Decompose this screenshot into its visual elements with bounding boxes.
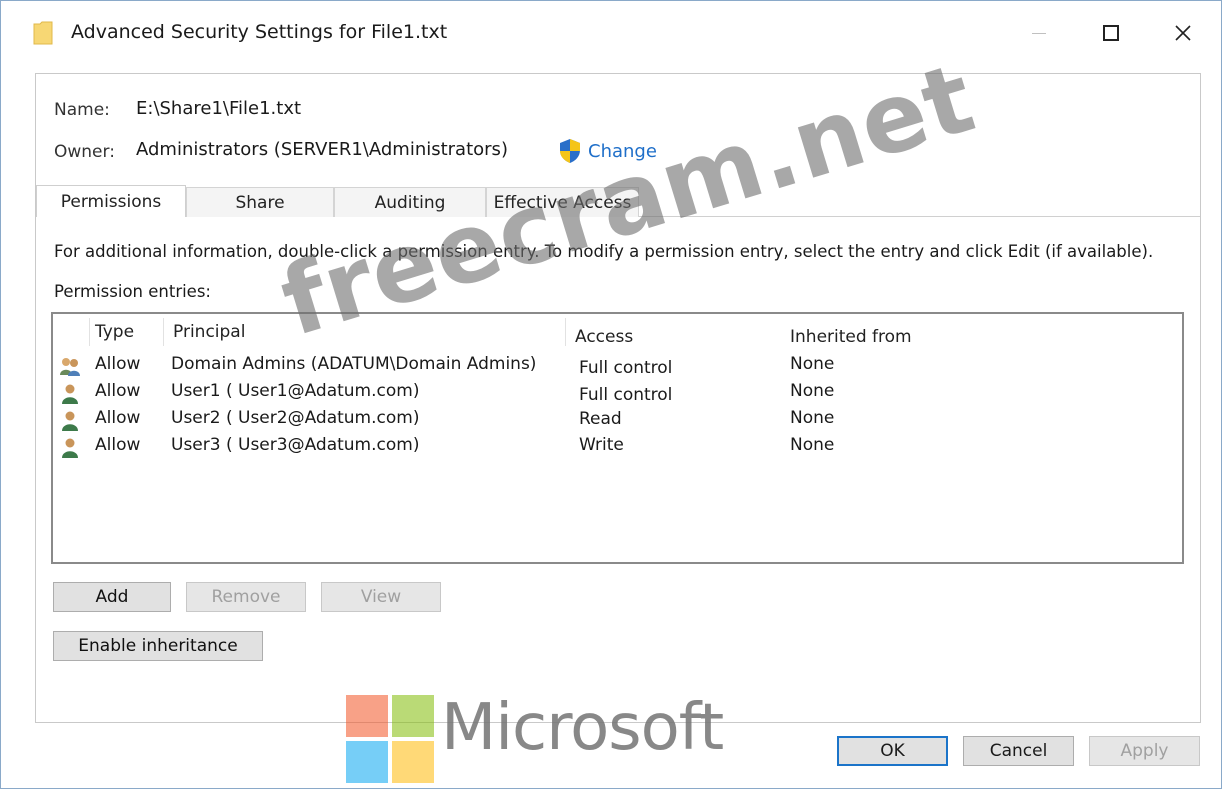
- permission-entries-label: Permission entries:: [54, 282, 211, 301]
- logo-tile-blue: [346, 741, 388, 783]
- column-header-principal[interactable]: Principal: [173, 322, 245, 342]
- table-row[interactable]: Allow User1 ( User1@Adatum.com) Full con…: [53, 381, 1182, 407]
- tab-auditing[interactable]: Auditing: [334, 187, 486, 217]
- logo-tile-yellow: [392, 741, 434, 783]
- entry-type: Allow: [95, 408, 141, 428]
- column-separator: [163, 318, 164, 346]
- change-label: Change: [588, 140, 657, 162]
- owner-value: Administrators (SERVER1\Administrators): [136, 139, 508, 160]
- entry-principal: User2 ( User2@Adatum.com): [171, 408, 420, 428]
- tab-effective-access[interactable]: Effective Access: [486, 187, 639, 217]
- title-bar: Advanced Security Settings for File1.txt: [1, 1, 1221, 63]
- entry-type: Allow: [95, 354, 141, 374]
- permission-entries-list[interactable]: Type Principal Access Inherited from All…: [51, 312, 1184, 564]
- entry-access: Write: [579, 435, 624, 455]
- entry-access: Read: [579, 409, 622, 429]
- settings-panel: Name: E:\Share1\File1.txt Owner: Adminis…: [35, 73, 1201, 723]
- ok-button[interactable]: OK: [837, 736, 948, 766]
- tab-permissions[interactable]: Permissions: [36, 185, 186, 217]
- view-button[interactable]: View: [321, 582, 441, 612]
- entry-principal: Domain Admins (ADATUM\Domain Admins): [171, 354, 537, 374]
- window-title: Advanced Security Settings for File1.txt: [71, 21, 448, 43]
- entry-principal: User3 ( User3@Adatum.com): [171, 435, 420, 455]
- entry-inherited-from: None: [790, 354, 835, 374]
- entry-principal: User1 ( User1@Adatum.com): [171, 381, 420, 401]
- uac-shield-icon: [560, 139, 580, 163]
- minimize-button[interactable]: [1017, 15, 1061, 51]
- maximize-button[interactable]: [1089, 15, 1133, 51]
- user-icon: [62, 411, 78, 431]
- advanced-security-settings-dialog: Advanced Security Settings for File1.txt…: [0, 0, 1222, 789]
- maximize-icon: [1103, 25, 1119, 41]
- remove-button[interactable]: Remove: [186, 582, 306, 612]
- folder-icon: [33, 21, 53, 45]
- entry-access: Full control: [579, 385, 673, 405]
- change-owner-link[interactable]: Change: [558, 138, 657, 164]
- column-header-inherited-from[interactable]: Inherited from: [790, 327, 912, 347]
- add-button[interactable]: Add: [53, 582, 171, 612]
- table-row[interactable]: Allow Domain Admins (ADATUM\Domain Admin…: [53, 354, 1182, 380]
- entry-inherited-from: None: [790, 381, 835, 401]
- group-icon: [60, 358, 80, 376]
- minimize-icon: [1032, 32, 1046, 34]
- column-header-access[interactable]: Access: [575, 327, 633, 347]
- name-label: Name:: [54, 100, 110, 120]
- enable-inheritance-button[interactable]: Enable inheritance: [53, 631, 263, 661]
- owner-label: Owner:: [54, 142, 115, 162]
- cancel-button[interactable]: Cancel: [963, 736, 1074, 766]
- column-separator: [565, 318, 566, 346]
- tab-share[interactable]: Share: [186, 187, 334, 217]
- close-icon: [1175, 25, 1191, 41]
- name-value: E:\Share1\File1.txt: [136, 98, 302, 119]
- entry-type: Allow: [95, 381, 141, 401]
- user-icon: [62, 438, 78, 458]
- entry-access: Full control: [579, 358, 673, 378]
- entry-inherited-from: None: [790, 435, 835, 455]
- entry-type: Allow: [95, 435, 141, 455]
- table-row[interactable]: Allow User2 ( User2@Adatum.com) Read Non…: [53, 408, 1182, 434]
- info-text: For additional information, double-click…: [54, 242, 1154, 261]
- user-icon: [62, 384, 78, 404]
- apply-button[interactable]: Apply: [1089, 736, 1200, 766]
- entry-inherited-from: None: [790, 408, 835, 428]
- close-button[interactable]: [1161, 15, 1205, 51]
- column-separator: [89, 318, 90, 346]
- table-row[interactable]: Allow User3 ( User3@Adatum.com) Write No…: [53, 435, 1182, 461]
- column-header-type[interactable]: Type: [95, 322, 134, 342]
